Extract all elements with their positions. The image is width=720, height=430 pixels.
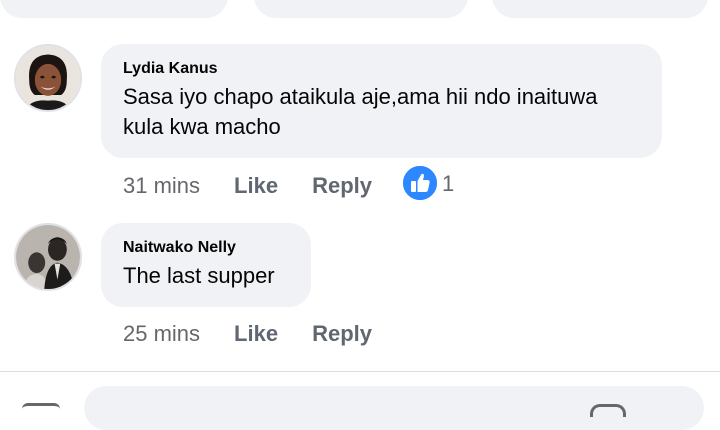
avatar[interactable] [14, 223, 82, 291]
thumbs-up-icon[interactable] [401, 164, 439, 202]
comment-text: The last supper [123, 263, 275, 288]
like-button[interactable]: Like [234, 321, 278, 347]
comment-author[interactable]: Naitwako Nelly [123, 237, 289, 259]
reply-button[interactable]: Reply [312, 173, 372, 199]
previous-comment-bubble [492, 0, 708, 18]
comment-timestamp[interactable]: 25 mins [123, 321, 200, 347]
comment-timestamp[interactable]: 31 mins [123, 173, 200, 199]
previous-comment-bubble [254, 0, 468, 18]
comment-bubble: Naitwako Nelly The last supper [101, 223, 311, 307]
previous-comment-bubble [0, 0, 228, 18]
avatar[interactable] [14, 44, 82, 112]
comment-author[interactable]: Lydia Kanus [123, 58, 640, 80]
reaction-count[interactable]: 1 [442, 171, 454, 197]
comment-text: Sasa iyo chapo ataikula aje,ama hii ndo … [123, 82, 640, 142]
comment-actions: 25 mins Like Reply [123, 319, 372, 349]
comment-text-line: Sasa iyo chapo ataikula aje,ama hii ndo … [123, 84, 598, 109]
comment-actions: 31 mins Like Reply [123, 171, 372, 201]
reply-button[interactable]: Reply [312, 321, 372, 347]
comment-bubble: Lydia Kanus Sasa iyo chapo ataikula aje,… [101, 44, 662, 158]
emoji-icon[interactable] [590, 404, 626, 417]
like-button[interactable]: Like [234, 173, 278, 199]
comment-text-line: kula kwa macho [123, 114, 281, 139]
divider [0, 371, 720, 372]
